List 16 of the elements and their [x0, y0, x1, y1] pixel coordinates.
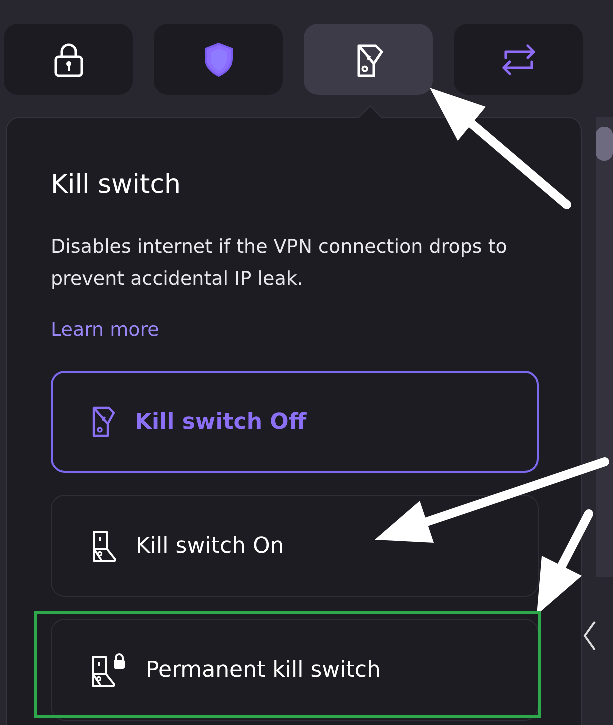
tab[interactable]	[304, 24, 433, 95]
chevron-left-icon[interactable]	[583, 620, 597, 652]
scrollbar-thumb[interactable]	[596, 127, 613, 161]
switch-icon	[91, 405, 117, 439]
swap-arrows-icon	[500, 42, 538, 78]
kill-switch-option[interactable]: Kill switch On	[51, 495, 539, 597]
panel-description: Disables internet if the VPN connection drops to prevent accidental IP leak.	[51, 235, 508, 292]
kill-switch-option[interactable]: Kill switch Off	[51, 371, 539, 473]
panel-title: Kill switch	[51, 169, 182, 202]
switch-icon	[90, 529, 118, 563]
shield-icon	[202, 42, 234, 78]
lock-icon	[52, 42, 84, 78]
locked-switch-icon	[90, 652, 128, 688]
learn-more-link[interactable]: Learn more	[51, 319, 160, 341]
kill-switch-option[interactable]: Permanent kill switch	[51, 619, 539, 721]
tab[interactable]	[4, 24, 133, 95]
